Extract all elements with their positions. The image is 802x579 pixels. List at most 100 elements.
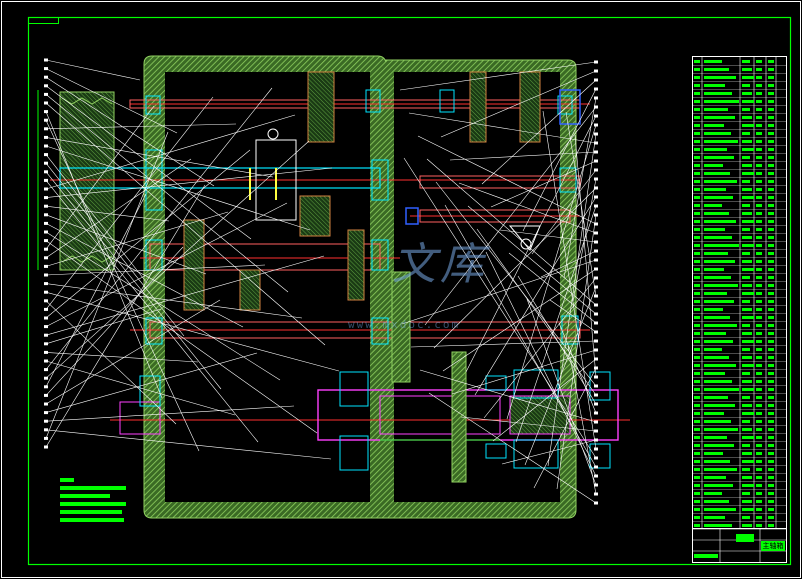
table-cell-text (756, 236, 762, 239)
table-cell-text (756, 196, 762, 199)
table-cell-text (704, 364, 736, 367)
table-cell-text (768, 268, 774, 271)
table-cell-text (694, 356, 700, 359)
leader-tag (44, 359, 48, 363)
table-cell-text (704, 420, 731, 423)
table-cell-text (742, 220, 754, 223)
leader-tag (44, 325, 48, 329)
table-cell-text (756, 372, 762, 375)
table-cell-text (768, 108, 774, 111)
leader-tag (44, 247, 48, 251)
table-cell-text (704, 180, 737, 183)
leader-tag (44, 135, 48, 139)
table-cell-text (768, 388, 774, 391)
table-cell-text (704, 148, 727, 151)
table-cell-text (756, 84, 762, 87)
table-cell-text (704, 108, 728, 111)
leader-tag (594, 213, 598, 217)
table-cell-text (768, 340, 774, 343)
table-cell-text (742, 412, 754, 415)
table-cell-text (742, 68, 752, 71)
table-cell-text (704, 516, 725, 519)
table-cell-text (704, 252, 728, 255)
table-cell-text (704, 460, 730, 463)
table-cell-text (742, 372, 750, 375)
table-cell-text (704, 372, 725, 375)
table-cell-text (768, 396, 774, 399)
leader-tag (44, 333, 48, 337)
table-cell-text (768, 460, 774, 463)
table-cell-text (756, 380, 762, 383)
leader-tag (594, 294, 598, 298)
leader-tag (594, 420, 598, 424)
table-cell-text (756, 260, 762, 263)
table-cell-text (768, 204, 774, 207)
table-cell-text (694, 340, 700, 343)
table-cell-text (694, 60, 700, 63)
table-cell-text (704, 140, 738, 143)
table-cell-text (742, 508, 754, 511)
table-cell-text (694, 460, 700, 463)
table-cell-text (768, 84, 774, 87)
table-cell-text (742, 340, 754, 343)
leader-tag (594, 492, 598, 496)
table-cell-text (756, 268, 762, 271)
table-cell-text (704, 476, 726, 479)
table-cell-text (704, 228, 725, 231)
table-cell-text (768, 100, 774, 103)
table-cell-text (704, 348, 722, 351)
table-cell-text (704, 388, 739, 391)
table-cell-text (768, 292, 774, 295)
leader-tag (44, 84, 48, 88)
table-cell-text (704, 76, 736, 79)
leader-tag (44, 187, 48, 191)
cad-drawing-canvas (1, 1, 801, 578)
table-cell-text (694, 284, 700, 287)
table-cell-text (742, 180, 750, 183)
table-cell-text (742, 468, 750, 471)
leader-tag (44, 264, 48, 268)
table-cell-text (704, 428, 738, 431)
table-cell-text (742, 300, 750, 303)
table-cell-text (768, 356, 774, 359)
table-cell-text (704, 380, 732, 383)
leader-tag (594, 114, 598, 118)
table-cell-text (694, 364, 700, 367)
table-cell-text (704, 468, 737, 471)
table-cell-text (694, 428, 700, 431)
table-cell-text (768, 92, 774, 95)
table-cell-text (742, 404, 752, 407)
table-cell-text (742, 364, 754, 367)
table-cell-text (704, 300, 734, 303)
table-cell-text (768, 164, 774, 167)
table-cell-text (768, 180, 774, 183)
table-cell-text (756, 140, 762, 143)
leader-tag (594, 87, 598, 91)
leader-tag (594, 429, 598, 433)
table-cell-text (694, 524, 700, 527)
table-cell-text (756, 404, 762, 407)
leader-line (45, 59, 141, 81)
leader-tag (44, 350, 48, 354)
leader-tag (594, 402, 598, 406)
table-cell-text (704, 524, 732, 527)
table-cell-text (742, 92, 752, 95)
leader-tag (594, 321, 598, 325)
table-cell-text (742, 156, 750, 159)
table-cell-text (768, 284, 774, 287)
table-cell-text (742, 476, 752, 479)
table-cell-text (768, 228, 774, 231)
table-cell-text (742, 148, 754, 151)
technical-notes (60, 478, 126, 522)
table-cell-text (756, 228, 762, 231)
leader-tag (594, 132, 598, 136)
table-cell-text (704, 284, 738, 287)
leader-tag (594, 231, 598, 235)
table-cell-text (768, 492, 774, 495)
table-cell-text (694, 436, 700, 439)
table-cell-text (704, 396, 728, 399)
table-cell-text (704, 100, 739, 103)
leader-tag (44, 92, 48, 96)
table-cell-text (694, 476, 700, 479)
table-cell-text (756, 212, 762, 215)
